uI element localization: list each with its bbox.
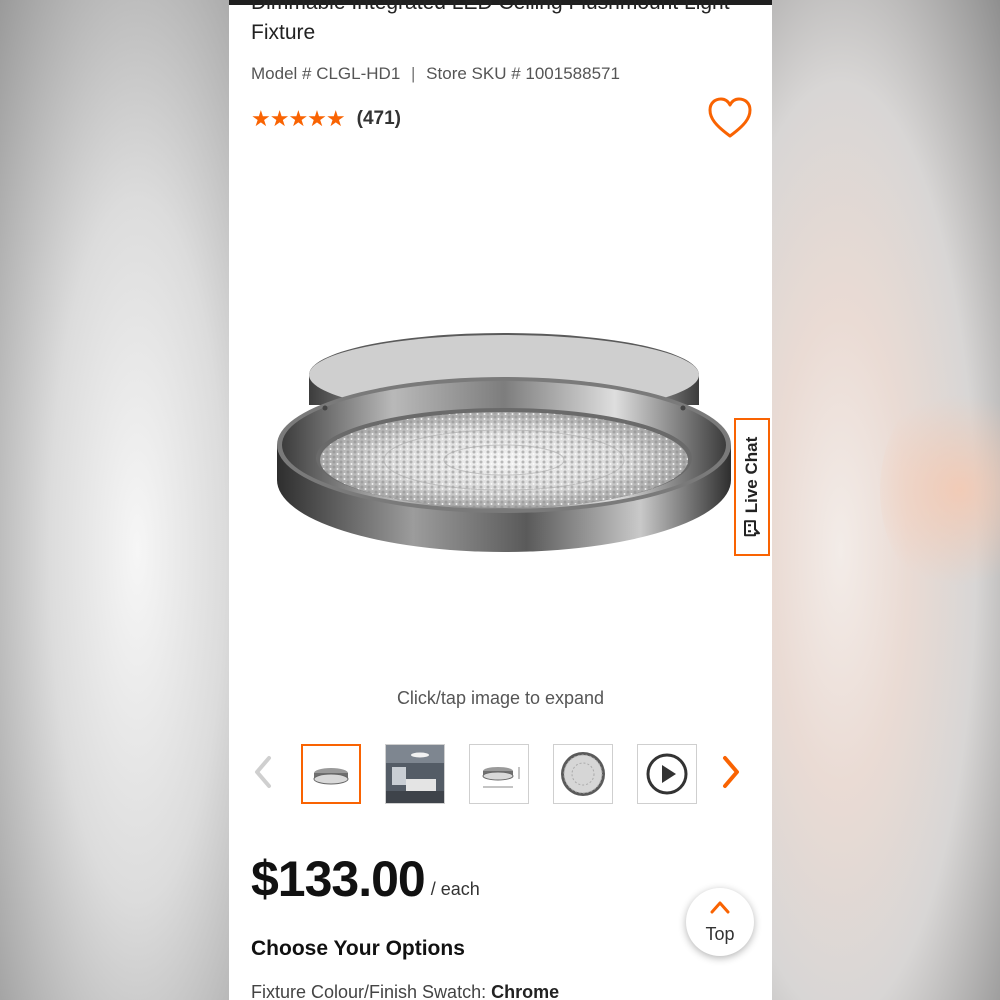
carousel-next-button[interactable] <box>721 754 741 799</box>
background-left <box>0 0 229 1000</box>
thumbnail-carousel <box>229 744 772 808</box>
store-sku: Store SKU # 1001588571 <box>426 64 620 83</box>
expand-image-hint: Click/tap image to expand <box>396 688 605 708</box>
options-heading: Choose Your Options <box>251 937 465 960</box>
chat-bubble-icon <box>744 520 760 537</box>
chevron-up-icon <box>710 901 730 914</box>
heart-outline-icon <box>708 97 752 138</box>
price-value: $133.00 <box>251 851 426 907</box>
product-title: Dimmable Integrated LED Ceiling Flushmou… <box>251 0 730 44</box>
favorite-button[interactable] <box>707 96 753 142</box>
product-identifiers: Model # CLGL-HD1 | Store SKU # 100158857… <box>251 64 620 84</box>
thumbnail-5-video[interactable] <box>637 744 697 804</box>
price-block: $133.00 / each <box>251 850 480 908</box>
swatch-value: Chrome <box>491 982 560 1000</box>
rating-stars: ★★★★★ <box>251 106 346 131</box>
swatch-label: Fixture Colour/Finish Swatch: <box>251 982 487 1000</box>
review-count[interactable]: (471) <box>357 108 401 130</box>
finish-swatch-label: Fixture Colour/Finish Swatch: Chrome <box>251 982 559 1000</box>
live-chat-content: Live Chat <box>742 437 762 538</box>
thumbnail-dimensions-image <box>482 767 520 788</box>
thumbnail-fixture-top-image <box>561 752 605 796</box>
live-chat-label: Live Chat <box>742 436 761 514</box>
thumbnail-1[interactable] <box>301 744 361 804</box>
thumbnail-4[interactable] <box>553 744 613 804</box>
ceiling-light-illustration <box>277 333 731 552</box>
live-chat-button[interactable]: Live Chat <box>734 418 770 556</box>
back-to-top-button[interactable]: Top <box>686 888 754 956</box>
carousel-prev-button[interactable] <box>253 754 273 799</box>
play-video-icon <box>646 753 688 795</box>
price-unit: / each <box>430 879 480 899</box>
product-page: Dimmable Integrated LED Ceiling Flushmou… <box>229 0 772 1000</box>
identifier-separator: | <box>411 64 416 83</box>
chevron-right-icon <box>723 756 739 788</box>
model-number: Model # CLGL-HD1 <box>251 64 401 83</box>
back-to-top-label: Top <box>705 924 735 944</box>
chevron-left-icon <box>255 756 271 788</box>
rating-summary[interactable]: ★★★★★ (471) <box>251 106 401 132</box>
thumbnail-fixture-side-image <box>313 768 349 785</box>
thumbnail-3[interactable] <box>469 744 529 804</box>
thumbnail-2[interactable] <box>385 744 445 804</box>
main-product-image[interactable] <box>269 320 739 570</box>
thumbnail-room-scene-image <box>386 745 444 803</box>
